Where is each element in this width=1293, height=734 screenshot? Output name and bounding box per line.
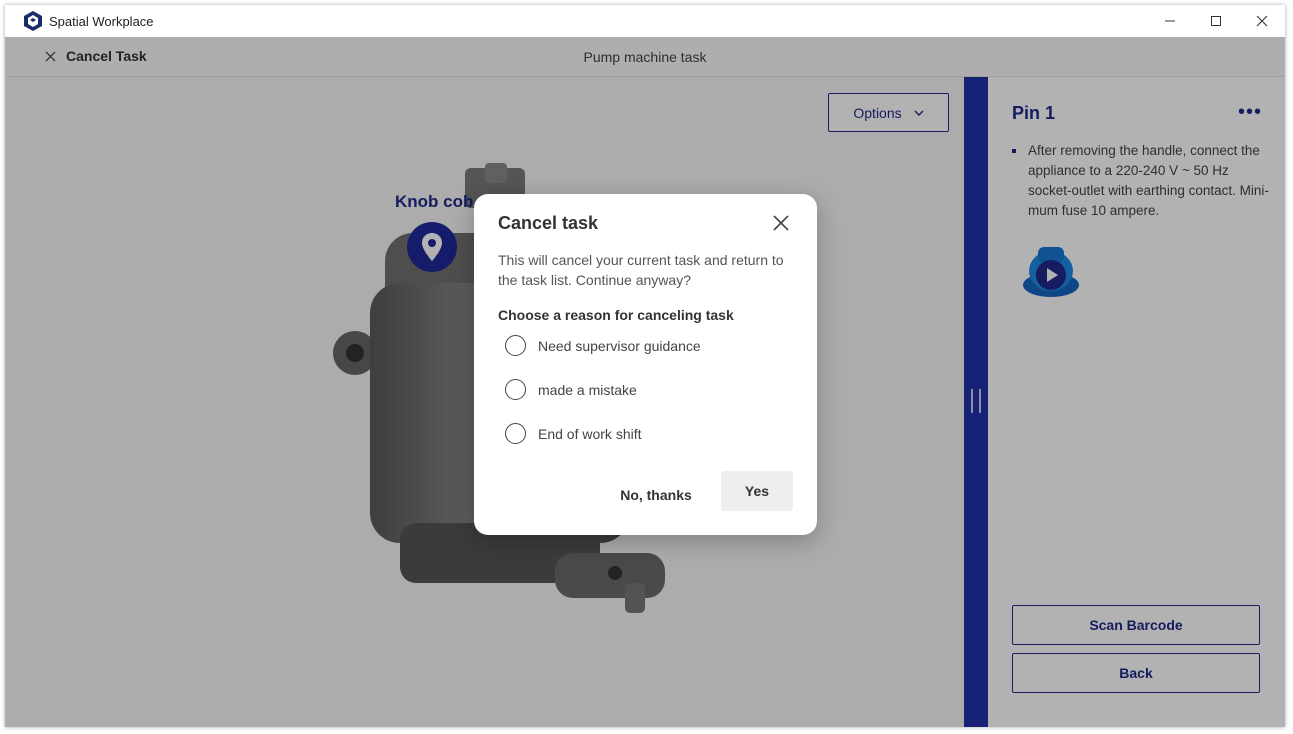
cancel-task-dialog: Cancel task This will cancel your curren… — [474, 194, 817, 535]
radio-button[interactable] — [505, 379, 526, 400]
reason-label: End of work shift — [538, 425, 642, 442]
window-close-button[interactable] — [1239, 5, 1285, 37]
reason-option-supervisor[interactable]: Need supervisor guidance — [505, 335, 701, 356]
title-bar: Spatial Workplace — [5, 5, 1285, 37]
radio-button[interactable] — [505, 335, 526, 356]
minimize-icon — [1165, 20, 1175, 22]
maximize-button[interactable] — [1193, 5, 1239, 37]
minimize-button[interactable] — [1147, 5, 1193, 37]
app-logo-icon — [24, 11, 42, 31]
window-title: Spatial Workplace — [49, 14, 154, 29]
app-window: Spatial Workplace Pump machine task Canc… — [5, 5, 1285, 727]
reason-label: Need supervisor guidance — [538, 337, 701, 354]
yes-button[interactable]: Yes — [721, 471, 793, 511]
radio-button[interactable] — [505, 423, 526, 444]
close-icon — [773, 215, 789, 231]
reason-option-shift-end[interactable]: End of work shift — [505, 423, 642, 444]
reason-option-mistake[interactable]: made a mistake — [505, 379, 637, 400]
maximize-icon — [1211, 16, 1221, 26]
close-icon — [1256, 15, 1268, 27]
reason-label: made a mistake — [538, 381, 637, 398]
dialog-close-button[interactable] — [770, 212, 792, 234]
dialog-title: Cancel task — [498, 213, 599, 233]
no-thanks-button[interactable]: No, thanks — [614, 482, 698, 508]
dialog-message: This will cancel your current task and r… — [498, 252, 784, 288]
reason-heading: Choose a reason for canceling task — [498, 307, 734, 323]
